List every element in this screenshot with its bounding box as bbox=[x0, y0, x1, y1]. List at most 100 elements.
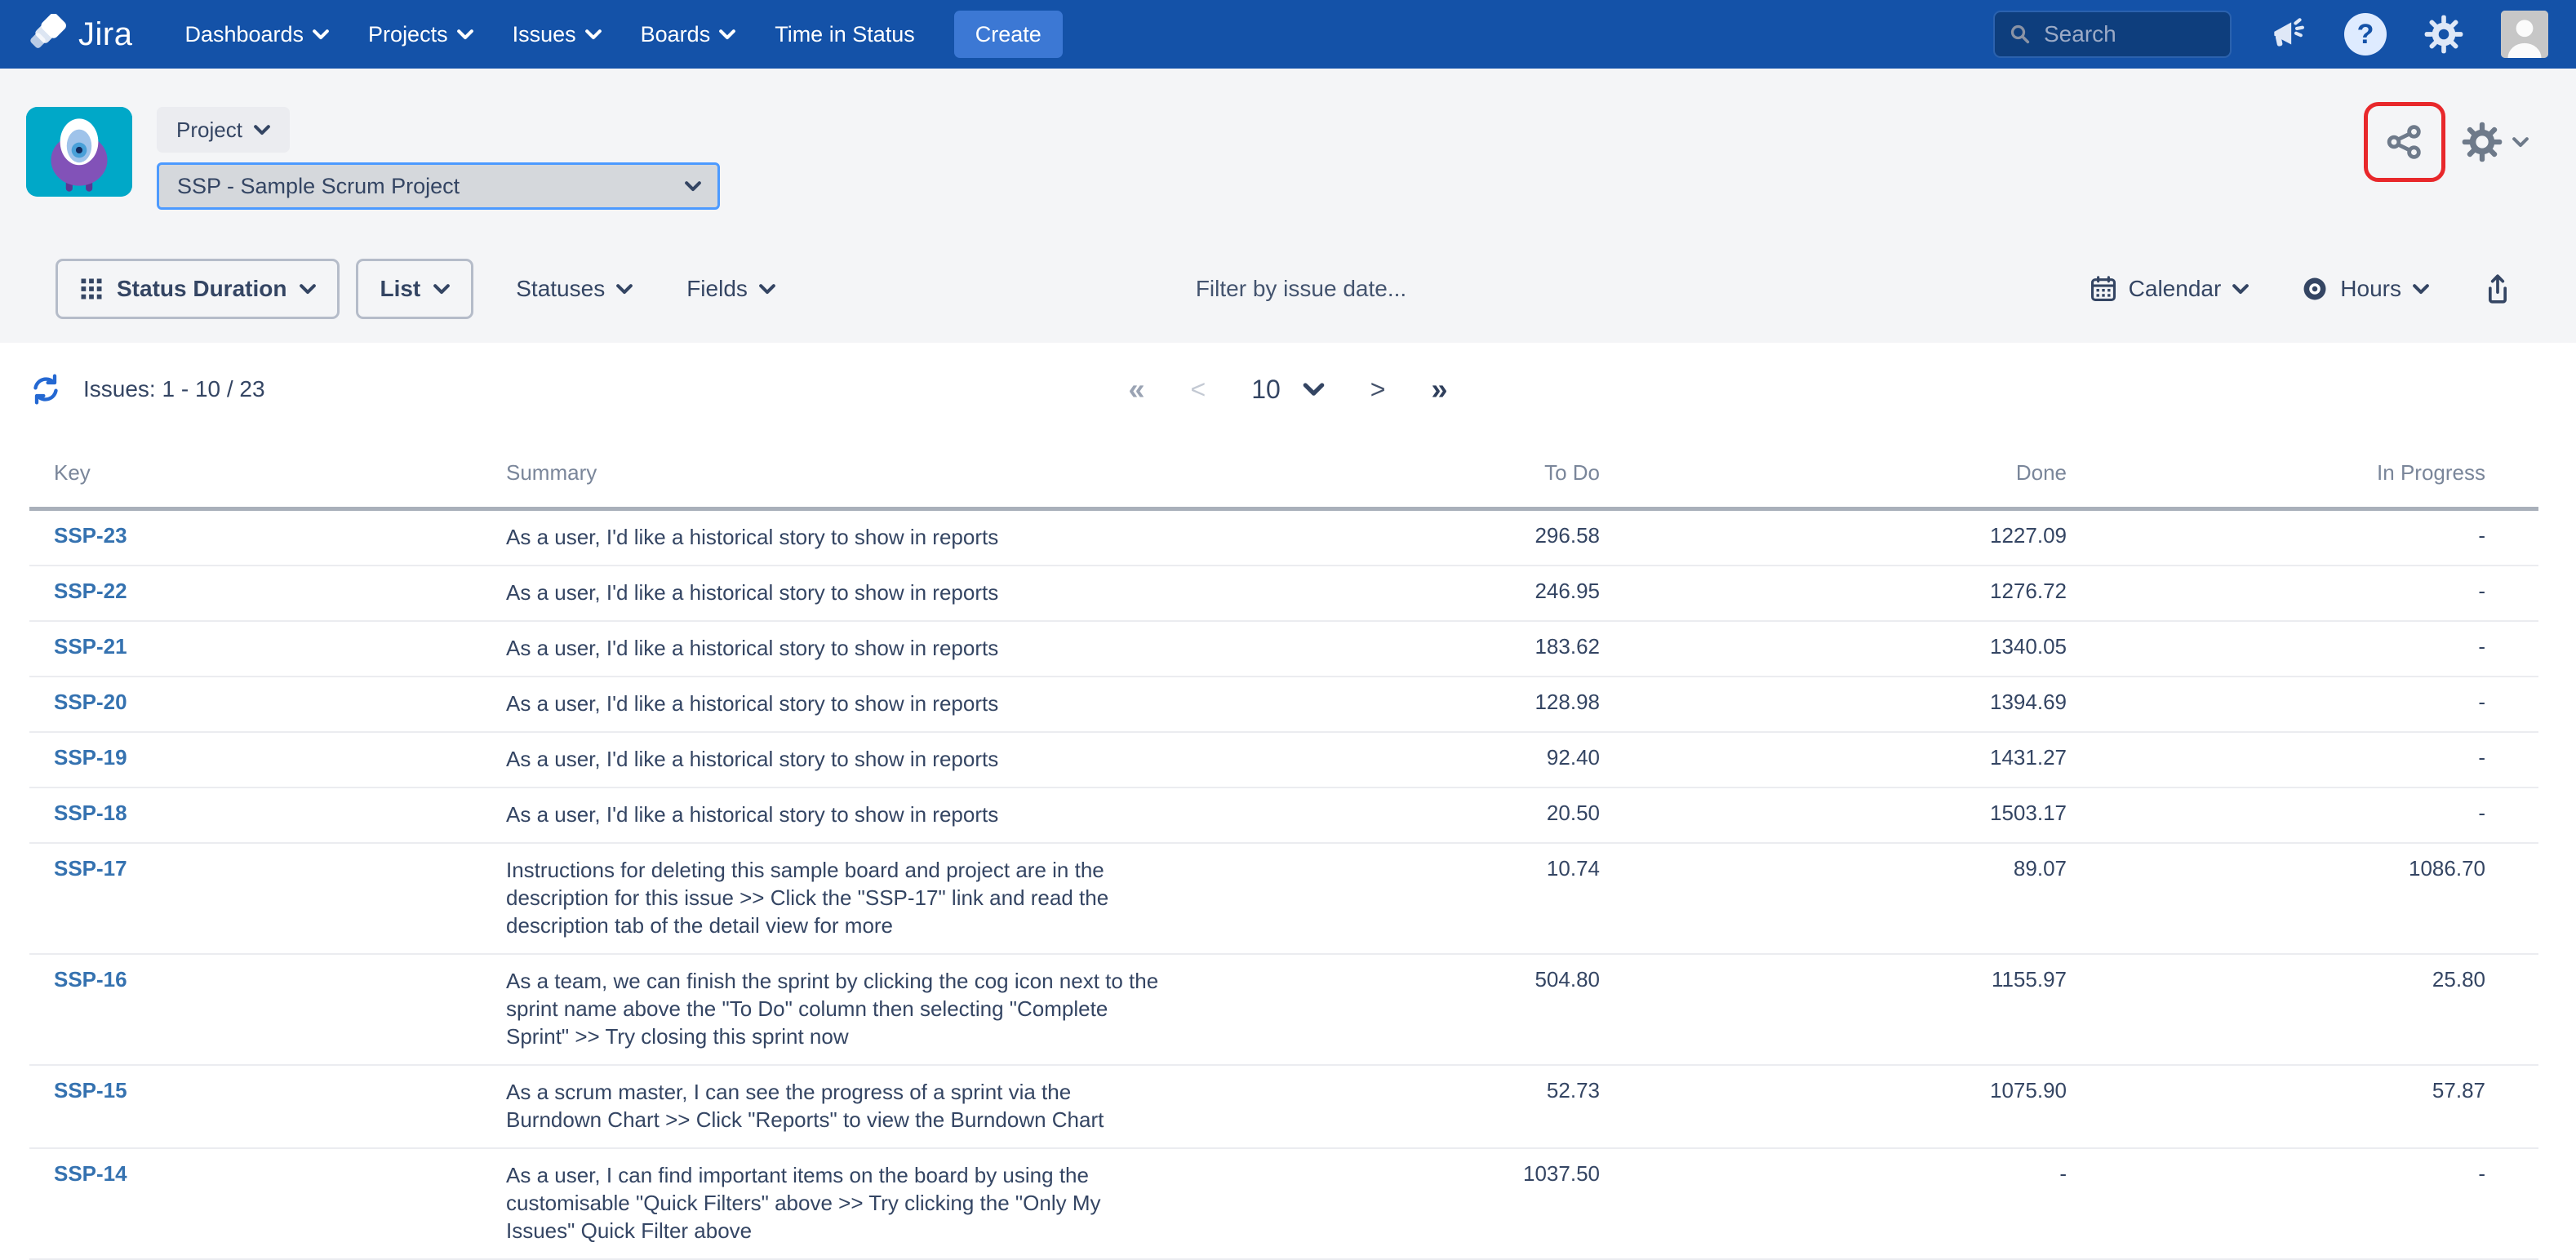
issue-summary: As a user, I'd like a historical story t… bbox=[506, 745, 1159, 773]
table-row: SSP-14 As a user, I can find important i… bbox=[29, 1148, 2538, 1259]
nav-item-issues[interactable]: Issues bbox=[513, 22, 602, 47]
refresh-button[interactable] bbox=[29, 373, 62, 406]
issue-summary: As a team, we can finish the sprint by c… bbox=[506, 967, 1159, 1050]
table-row: SSP-16 As a team, we can finish the spri… bbox=[29, 954, 2538, 1065]
annotation-red-box bbox=[2364, 102, 2445, 182]
jira-logo[interactable]: Jira bbox=[29, 14, 132, 55]
done-value: 1075.90 bbox=[1600, 1065, 2067, 1148]
last-page-button[interactable]: » bbox=[1431, 372, 1447, 406]
issue-key-link[interactable]: SSP-20 bbox=[29, 690, 127, 715]
project-avatar bbox=[26, 107, 132, 197]
column-header-summary[interactable]: Summary bbox=[506, 446, 1355, 509]
table-row: SSP-21 As a user, I'd like a historical … bbox=[29, 621, 2538, 677]
chevron-down-icon bbox=[254, 125, 270, 135]
view-dropdown[interactable]: List bbox=[356, 259, 473, 319]
todo-value: 20.50 bbox=[1355, 788, 1600, 843]
in-progress-value: - bbox=[2067, 621, 2538, 677]
issue-key-link[interactable]: SSP-18 bbox=[29, 801, 127, 826]
date-filter-input[interactable]: Filter by issue date... bbox=[1196, 276, 1406, 302]
chevron-down-icon bbox=[719, 29, 735, 40]
table-row: SSP-19 As a user, I'd like a historical … bbox=[29, 732, 2538, 788]
share-button[interactable] bbox=[2383, 121, 2426, 163]
top-nav: Jira Dashboards Projects Issues Boards T… bbox=[0, 0, 2576, 69]
chevron-down-icon bbox=[585, 29, 602, 40]
brand-name: Jira bbox=[78, 16, 132, 53]
issue-summary: As a user, I'd like a historical story t… bbox=[506, 634, 1159, 662]
hours-target-icon bbox=[2301, 275, 2329, 303]
settings-gear-icon[interactable] bbox=[2423, 13, 2465, 55]
done-value: 1155.97 bbox=[1600, 954, 2067, 1065]
chevron-down-icon bbox=[2232, 284, 2249, 295]
done-value: 1394.69 bbox=[1600, 677, 2067, 732]
report-type-dropdown[interactable]: Status Duration bbox=[56, 259, 340, 319]
in-progress-value: 57.87 bbox=[2067, 1065, 2538, 1148]
in-progress-value: - bbox=[2067, 1148, 2538, 1259]
chevron-down-icon bbox=[616, 284, 633, 295]
in-progress-value: - bbox=[2067, 566, 2538, 621]
done-value: 1431.27 bbox=[1600, 732, 2067, 788]
column-header-key[interactable]: Key bbox=[29, 446, 506, 509]
issue-key-link[interactable]: SSP-19 bbox=[29, 745, 127, 770]
issue-summary: As a user, I'd like a historical story t… bbox=[506, 690, 1159, 717]
project-select[interactable]: SSP - Sample Scrum Project bbox=[157, 162, 720, 210]
report-settings-dropdown[interactable] bbox=[2460, 120, 2529, 164]
chevron-down-icon bbox=[685, 181, 701, 192]
table-row: SSP-15 As a scrum master, I can see the … bbox=[29, 1065, 2538, 1148]
next-page-button[interactable]: > bbox=[1370, 375, 1386, 405]
done-value: - bbox=[1600, 1148, 2067, 1259]
nav-item-projects[interactable]: Projects bbox=[368, 22, 473, 47]
in-progress-value: 1086.70 bbox=[2067, 843, 2538, 954]
in-progress-value: - bbox=[2067, 677, 2538, 732]
issue-key-link[interactable]: SSP-14 bbox=[29, 1161, 127, 1187]
in-progress-value: - bbox=[2067, 732, 2538, 788]
time-unit-dropdown[interactable]: Hours bbox=[2301, 275, 2429, 303]
calendar-dropdown[interactable]: Calendar bbox=[2090, 275, 2250, 303]
issue-key-link[interactable]: SSP-15 bbox=[29, 1078, 127, 1103]
create-button[interactable]: Create bbox=[954, 11, 1063, 58]
table-row: SSP-20 As a user, I'd like a historical … bbox=[29, 677, 2538, 732]
search-placeholder: Search bbox=[2044, 21, 2116, 47]
jira-logo-icon bbox=[29, 14, 67, 55]
scope-dropdown[interactable]: Project bbox=[157, 107, 290, 153]
help-icon[interactable]: ? bbox=[2344, 13, 2387, 55]
chevron-down-icon bbox=[1304, 383, 1325, 397]
nav-item-dashboards[interactable]: Dashboards bbox=[184, 22, 329, 47]
issue-summary: As a user, I'd like a historical story t… bbox=[506, 579, 1159, 606]
search-input[interactable]: Search bbox=[1993, 11, 2232, 58]
issue-key-link[interactable]: SSP-22 bbox=[29, 579, 127, 604]
issues-count: Issues: 1 - 10 / 23 bbox=[83, 376, 265, 402]
issue-summary: As a user, I'd like a historical story t… bbox=[506, 801, 1159, 828]
fields-dropdown[interactable]: Fields bbox=[686, 276, 775, 302]
export-button[interactable] bbox=[2481, 273, 2514, 305]
done-value: 89.07 bbox=[1600, 843, 2067, 954]
chevron-down-icon bbox=[2512, 137, 2529, 148]
user-avatar[interactable] bbox=[2501, 11, 2548, 58]
issue-key-link[interactable]: SSP-23 bbox=[29, 523, 127, 548]
column-header-in-progress[interactable]: In Progress bbox=[2067, 446, 2538, 509]
first-page-button[interactable]: « bbox=[1128, 372, 1144, 406]
issue-summary: As a user, I can find important items on… bbox=[506, 1161, 1159, 1244]
statuses-dropdown[interactable]: Statuses bbox=[516, 276, 633, 302]
issues-bar: Issues: 1 - 10 / 23 « < 10 > » bbox=[0, 364, 2576, 415]
issue-key-link[interactable]: SSP-21 bbox=[29, 634, 127, 659]
column-header-done[interactable]: Done bbox=[1600, 446, 2067, 509]
report-content: Issues: 1 - 10 / 23 « < 10 > » Key Summa… bbox=[0, 364, 2576, 1260]
todo-value: 246.95 bbox=[1355, 566, 1600, 621]
table-row: SSP-23 As a user, I'd like a historical … bbox=[29, 509, 2538, 566]
chevron-down-icon bbox=[300, 284, 316, 295]
prev-page-button[interactable]: < bbox=[1191, 375, 1206, 405]
column-header-todo[interactable]: To Do bbox=[1355, 446, 1600, 509]
issue-key-link[interactable]: SSP-16 bbox=[29, 967, 127, 992]
todo-value: 504.80 bbox=[1355, 954, 1600, 1065]
issue-key-link[interactable]: SSP-17 bbox=[29, 856, 127, 881]
page-size-select[interactable]: 10 bbox=[1251, 375, 1325, 405]
nav-item-time-in-status[interactable]: Time in Status bbox=[775, 22, 915, 47]
in-progress-value: - bbox=[2067, 788, 2538, 843]
todo-value: 128.98 bbox=[1355, 677, 1600, 732]
todo-value: 1037.50 bbox=[1355, 1148, 1600, 1259]
table-row: SSP-17 Instructions for deleting this sa… bbox=[29, 843, 2538, 954]
feedback-megaphone-icon[interactable] bbox=[2267, 14, 2308, 55]
todo-value: 92.40 bbox=[1355, 732, 1600, 788]
grid-icon bbox=[79, 277, 104, 301]
nav-item-boards[interactable]: Boards bbox=[641, 22, 736, 47]
